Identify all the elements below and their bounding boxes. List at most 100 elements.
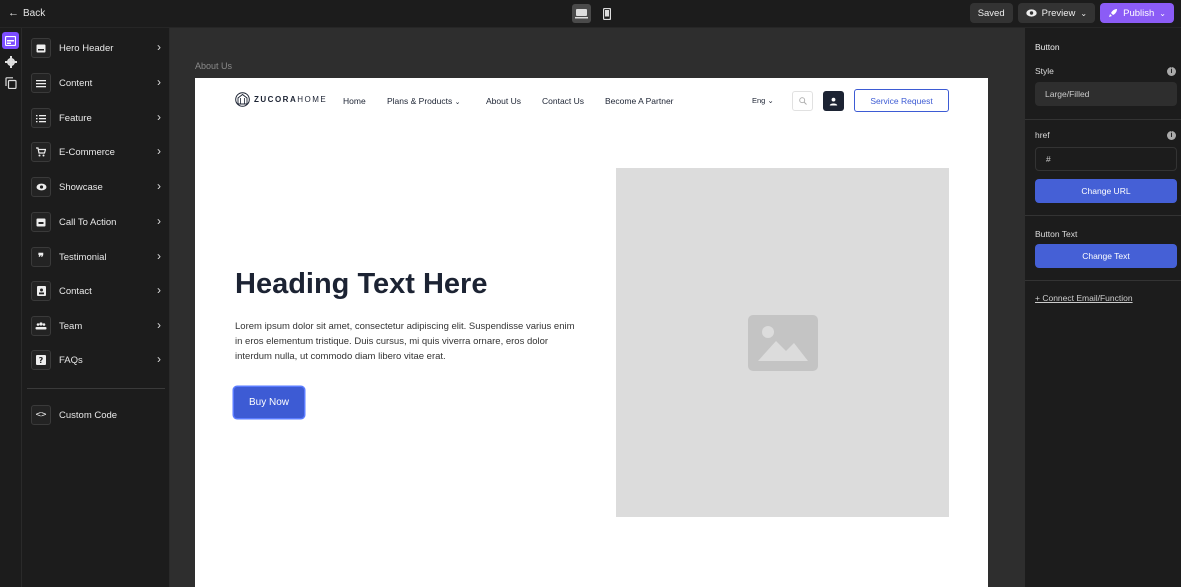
device-switcher bbox=[572, 4, 616, 23]
page-preview[interactable]: ZUCORAHOME Home Plans & Products ⌄ About… bbox=[195, 78, 988, 587]
href-label: href bbox=[1035, 130, 1050, 140]
chevron-down-icon: ⌄ bbox=[1159, 8, 1166, 18]
publish-button[interactable]: Publish ⌄ bbox=[1100, 3, 1174, 23]
connect-email-function-link[interactable]: + Connect Email/Function bbox=[1035, 293, 1133, 303]
chevron-right-icon: › bbox=[157, 283, 161, 297]
chevron-right-icon: › bbox=[157, 318, 161, 332]
sidebar-item-testimonial[interactable]: ❞ Testimonial › bbox=[31, 246, 161, 268]
sidebar-item-label: Showcase bbox=[59, 181, 103, 193]
eye-icon bbox=[1025, 9, 1037, 17]
sidebar-item-feature[interactable]: Feature › bbox=[31, 107, 161, 129]
sidebar-item-hero-header[interactable]: Hero Header › bbox=[31, 37, 161, 59]
sidebar-item-faqs[interactable]: ? FAQs › bbox=[31, 349, 161, 371]
user-icon bbox=[829, 97, 838, 105]
sections-tool[interactable] bbox=[2, 32, 19, 49]
section-divider bbox=[1025, 215, 1181, 216]
custom-code-label: Custom Code bbox=[59, 409, 118, 421]
settings-tool[interactable] bbox=[2, 53, 19, 70]
chevron-right-icon: › bbox=[157, 75, 161, 89]
sidebar-item-call-to-action[interactable]: Call To Action › bbox=[31, 211, 161, 233]
feature-icon bbox=[31, 108, 51, 128]
sidebar-item-label: Hero Header bbox=[59, 42, 114, 54]
sidebar-item-label: E-Commerce bbox=[59, 146, 115, 158]
preview-button[interactable]: Preview ⌄ bbox=[1017, 3, 1096, 23]
chevron-right-icon: › bbox=[157, 214, 161, 228]
custom-code-item[interactable]: <> Custom Code bbox=[31, 404, 161, 426]
saved-label: Saved bbox=[977, 7, 1005, 19]
change-text-button[interactable]: Change Text bbox=[1035, 244, 1177, 268]
site-nav[interactable]: ZUCORAHOME Home Plans & Products ⌄ About… bbox=[195, 78, 988, 122]
info-icon[interactable]: i bbox=[1167, 131, 1176, 140]
cart-icon bbox=[31, 142, 51, 162]
back-button[interactable]: ← Back bbox=[8, 7, 45, 19]
cta-icon bbox=[31, 212, 51, 232]
content-icon bbox=[31, 73, 51, 93]
chevron-right-icon: › bbox=[157, 249, 161, 263]
chevron-right-icon: › bbox=[157, 179, 161, 193]
saved-button[interactable]: Saved bbox=[969, 3, 1013, 23]
account-button[interactable] bbox=[823, 91, 844, 111]
chevron-down-icon: ⌄ bbox=[454, 99, 461, 106]
buy-now-button[interactable]: Buy Now bbox=[234, 387, 304, 418]
team-icon bbox=[31, 316, 51, 336]
sidebar-item-contact[interactable]: Contact › bbox=[31, 280, 161, 302]
hero-heading[interactable]: Heading Text Here bbox=[235, 268, 487, 301]
button-text-label: Button Text bbox=[1035, 229, 1078, 239]
top-bar: ← Back Saved Preview ⌄ Publish ⌄ bbox=[0, 0, 1181, 28]
sections-icon bbox=[5, 35, 16, 46]
panel-divider bbox=[27, 388, 165, 389]
language-label: Eng bbox=[752, 96, 766, 105]
contact-icon bbox=[31, 281, 51, 301]
sidebar-item-ecommerce[interactable]: E-Commerce › bbox=[31, 141, 161, 163]
sidebar-item-team[interactable]: Team › bbox=[31, 315, 161, 337]
back-label: Back bbox=[23, 7, 46, 19]
pages-tool[interactable] bbox=[2, 74, 19, 91]
language-select[interactable]: Eng ⌄ bbox=[752, 96, 774, 105]
hero-image-placeholder[interactable] bbox=[616, 168, 949, 517]
inspector-title: Button bbox=[1035, 42, 1060, 52]
page-breadcrumb: About Us bbox=[195, 61, 233, 71]
editor-canvas: About Us ZUCORAHOME Home Plans & Product… bbox=[170, 28, 1025, 587]
image-placeholder-icon bbox=[747, 314, 818, 371]
chevron-down-icon: ⌄ bbox=[1080, 8, 1088, 18]
logo-text-light: HOME bbox=[297, 95, 328, 104]
info-icon[interactable]: i bbox=[1167, 67, 1176, 76]
sidebar-item-label: Team bbox=[59, 320, 83, 332]
href-input[interactable]: # bbox=[1035, 147, 1177, 171]
sidebar-item-label: Feature bbox=[59, 112, 92, 124]
nav-link-label: Plans & Products bbox=[387, 96, 453, 106]
code-icon: <> bbox=[31, 405, 51, 425]
site-logo[interactable]: ZUCORAHOME bbox=[235, 92, 327, 107]
search-button[interactable] bbox=[792, 91, 813, 111]
service-request-button[interactable]: Service Request bbox=[854, 89, 949, 112]
inspector-panel: Button Style i Large/Filled href i # Cha… bbox=[1025, 28, 1181, 587]
eye-icon bbox=[31, 177, 51, 197]
sidebar-item-label: FAQs bbox=[59, 354, 83, 366]
logo-text-bold: ZUCORA bbox=[254, 95, 298, 104]
rocket-icon bbox=[1109, 9, 1118, 17]
publish-label: Publish bbox=[1123, 7, 1155, 19]
sidebar-item-label: Contact bbox=[59, 285, 92, 297]
nav-link-home[interactable]: Home bbox=[343, 96, 366, 106]
chevron-down-icon: ⌄ bbox=[767, 96, 774, 105]
quote-icon: ❞ bbox=[31, 247, 51, 267]
chevron-right-icon: › bbox=[157, 144, 161, 158]
style-select[interactable]: Large/Filled bbox=[1035, 82, 1177, 106]
section-divider bbox=[1025, 280, 1181, 281]
nav-link-about[interactable]: About Us bbox=[486, 96, 521, 106]
svg-text:?: ? bbox=[39, 356, 44, 365]
mobile-view-button[interactable] bbox=[597, 4, 616, 23]
sections-panel: Hero Header › Content › Feature › E-Comm… bbox=[22, 28, 170, 587]
hero-paragraph[interactable]: Lorem ipsum dolor sit amet, consectetur … bbox=[235, 319, 575, 364]
desktop-view-button[interactable] bbox=[572, 4, 591, 23]
change-url-button[interactable]: Change URL bbox=[1035, 179, 1177, 203]
nav-link-partner[interactable]: Become A Partner bbox=[605, 96, 674, 106]
logo-mark-icon bbox=[235, 92, 250, 107]
chevron-right-icon: › bbox=[157, 352, 161, 366]
sidebar-item-content[interactable]: Content › bbox=[31, 72, 161, 94]
pages-icon bbox=[4, 76, 17, 89]
sidebar-item-showcase[interactable]: Showcase › bbox=[31, 176, 161, 198]
nav-link-plans[interactable]: Plans & Products ⌄ bbox=[387, 96, 460, 106]
nav-link-contact[interactable]: Contact Us bbox=[542, 96, 584, 106]
search-icon bbox=[798, 97, 807, 105]
